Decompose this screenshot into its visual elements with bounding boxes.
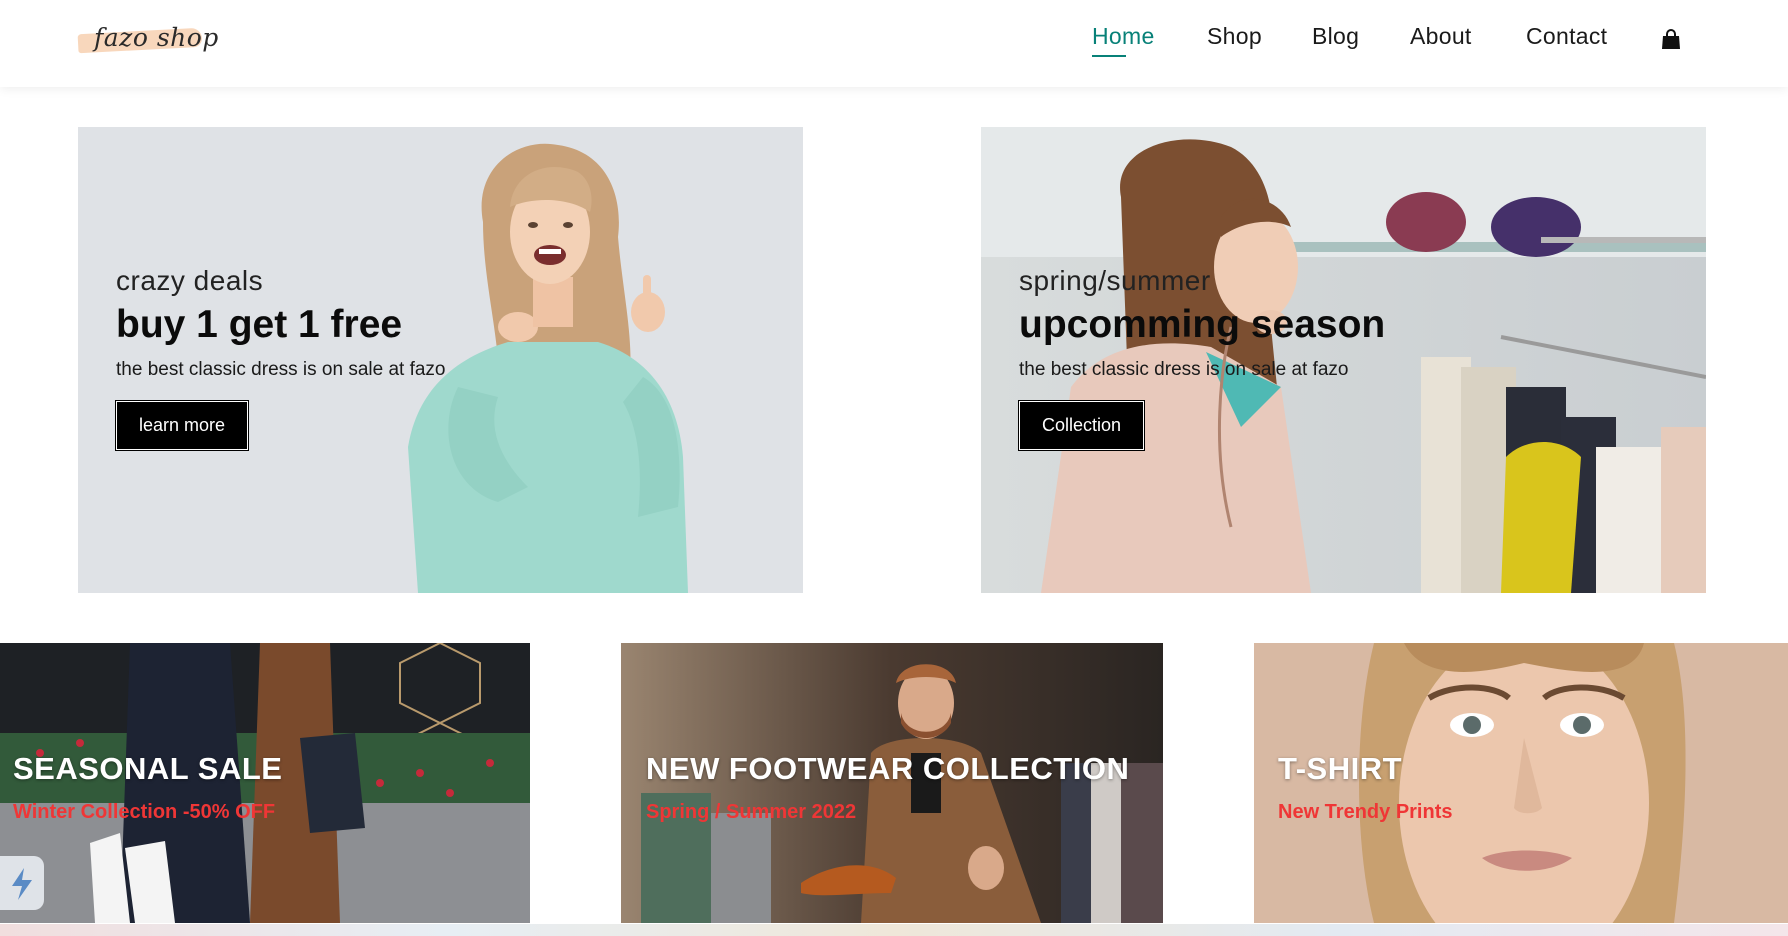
card-title: T-SHIRT [1278, 751, 1403, 786]
nav-home[interactable]: Home [1092, 23, 1155, 50]
lightning-icon [12, 868, 32, 900]
nav-about[interactable]: About [1410, 23, 1472, 50]
nav-blog[interactable]: Blog [1312, 23, 1359, 50]
category-card-tshirt[interactable]: T-SHIRT New Trendy Prints [1254, 643, 1788, 923]
nav-shop[interactable]: Shop [1207, 23, 1262, 50]
card-subtitle: Winter Collection -50% OFF [13, 801, 276, 823]
card-title: NEW FOOTWEAR COLLECTION [646, 751, 1130, 786]
logo[interactable]: fazo shop [76, 18, 218, 62]
banner-subtitle: spring/summer [1019, 265, 1211, 296]
promo-banner-season: spring/summer upcomming season the best … [981, 127, 1706, 593]
banner-title: buy 1 get 1 free [116, 303, 403, 346]
logo-text: fazo shop [94, 23, 219, 52]
banner-title: upcomming season [1019, 303, 1386, 346]
card-subtitle: Spring / Summer 2022 [646, 801, 857, 823]
banner-text: spring/summer upcomming season the best … [1017, 265, 1386, 451]
nav-contact[interactable]: Contact [1526, 23, 1607, 50]
browser-bottom-strip [0, 924, 1788, 936]
card-text: NEW FOOTWEAR COLLECTION Spring / Summer … [646, 751, 1129, 824]
site-header: fazo shop Home Shop Blog About Contact [0, 0, 1788, 87]
nav-active-underline [1092, 55, 1126, 57]
floating-widget-button[interactable] [0, 856, 44, 910]
banner-subtitle: crazy deals [116, 265, 264, 296]
learn-more-button[interactable]: learn more [114, 400, 250, 451]
card-text: SEASONAL SALE Winter Collection -50% OFF [13, 751, 282, 824]
card-title: SEASONAL SALE [13, 751, 283, 786]
collection-button[interactable]: Collection [1017, 400, 1146, 451]
category-card-footwear[interactable]: NEW FOOTWEAR COLLECTION Spring / Summer … [621, 643, 1163, 923]
promo-banner-deals: crazy deals buy 1 get 1 free the best cl… [78, 127, 803, 593]
banner-text: crazy deals buy 1 get 1 free the best cl… [114, 265, 446, 451]
banner-description: the best classic dress is on sale at faz… [116, 359, 446, 380]
category-card-seasonal-sale[interactable]: SEASONAL SALE Winter Collection -50% OFF [0, 643, 530, 923]
card-subtitle: New Trendy Prints [1278, 801, 1453, 823]
card-text: T-SHIRT New Trendy Prints [1278, 751, 1453, 824]
banner-description: the best classic dress is on sale at faz… [1019, 359, 1349, 380]
shopping-bag-icon[interactable] [1660, 28, 1682, 50]
